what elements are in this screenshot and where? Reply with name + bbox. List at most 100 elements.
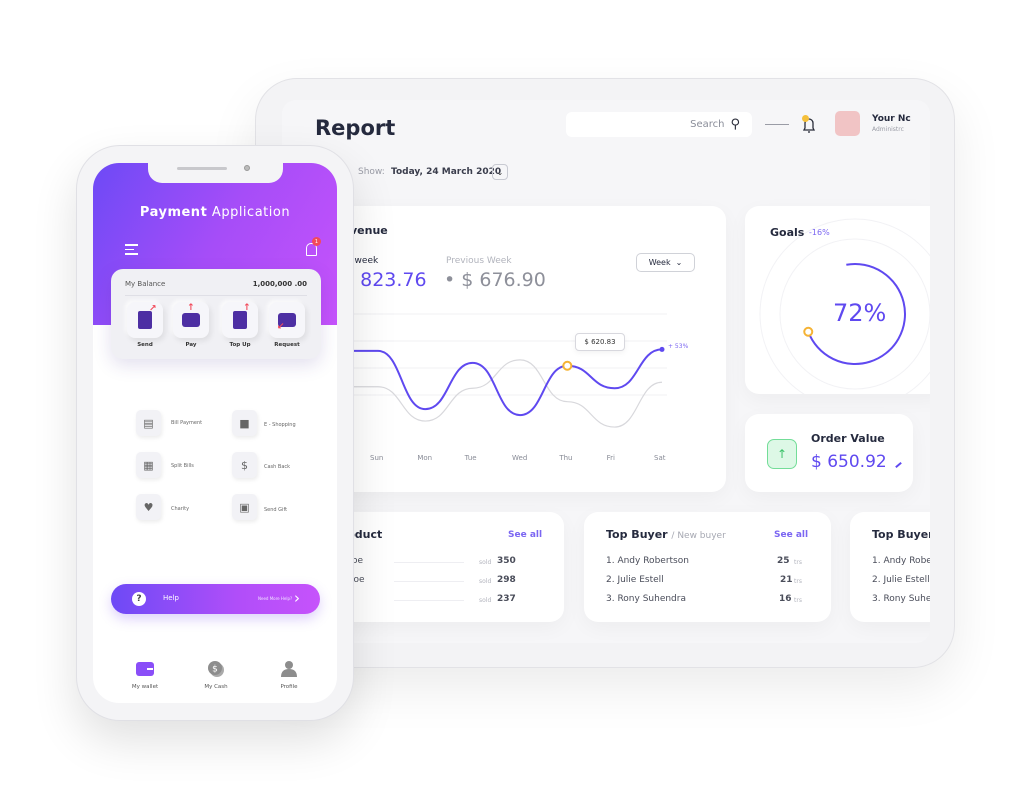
search-input[interactable]: Search ⚲ xyxy=(566,112,752,137)
search-placeholder: Search xyxy=(690,119,725,130)
shopping-bag-icon: ■ xyxy=(239,416,250,430)
sold-count: 350 xyxy=(497,556,516,566)
menu-icon[interactable] xyxy=(125,244,138,255)
question-icon: ? xyxy=(132,592,146,606)
chevron-right-icon: › xyxy=(294,589,300,607)
showcase-stage: Report Search ⚲ Your Nc Administrc Show:… xyxy=(0,0,1024,797)
x-tick-label: Wed xyxy=(512,454,528,462)
send-gift-button[interactable]: ▣ xyxy=(232,494,257,520)
new-buyer-tab[interactable]: / New buyer xyxy=(671,531,725,541)
send-gift-label: Send Gift xyxy=(264,507,288,513)
period-select[interactable]: Week ⌄ xyxy=(636,253,695,272)
avatar[interactable] xyxy=(835,111,860,136)
charity-button[interactable]: ♥ xyxy=(136,494,161,520)
previous-week-label: Previous Week xyxy=(446,256,512,266)
balance-divider xyxy=(125,295,307,296)
cash-back-label: Cash Back xyxy=(264,464,291,470)
see-all-link[interactable]: See all xyxy=(774,530,808,540)
x-tick-label: Mon xyxy=(417,454,433,462)
balance-label: My Balance xyxy=(125,280,166,288)
notification-badge: 1 xyxy=(312,237,321,246)
trend-mark xyxy=(895,461,902,469)
order-value-card: ↑ Order Value $ 650.92 xyxy=(745,414,913,492)
buyer-name: 3. Rony Suhendra xyxy=(606,594,686,604)
revenue-title: venue xyxy=(350,224,388,237)
row-divider xyxy=(394,581,464,582)
sold-label: sold xyxy=(479,578,492,585)
x-tick-label: Thu xyxy=(559,454,573,462)
goals-title: Goals xyxy=(770,226,805,239)
nav-my-wallet[interactable]: My wallet xyxy=(115,661,175,690)
period-select-value: Week xyxy=(648,258,671,267)
bill-payment-button[interactable]: ▤ xyxy=(136,410,161,436)
top-up-icon xyxy=(233,311,247,329)
buyer-count: 21 xyxy=(780,575,793,585)
order-value-amount: $ 650.92 xyxy=(811,452,887,472)
search-icon[interactable]: ⚲ xyxy=(730,117,740,132)
revenue-line-chart xyxy=(341,313,667,428)
gift-icon: ▣ xyxy=(239,500,250,514)
revenue-card: venue s week $ 823.76 Previous Week • $ … xyxy=(322,206,726,492)
dashboard-screen: Report Search ⚲ Your Nc Administrc Show:… xyxy=(282,100,930,643)
wallet-icon xyxy=(136,662,154,676)
phone-speaker xyxy=(177,167,227,170)
heart-icon: ♥ xyxy=(143,500,154,514)
sold-label: sold xyxy=(479,597,492,604)
pay-label: Pay xyxy=(185,342,197,348)
buyer-name: 2. Julie Estell xyxy=(606,575,664,585)
top-buyer-title: Top Buyer / New buyer xyxy=(606,528,726,541)
e-shopping-button[interactable]: ■ xyxy=(232,410,257,436)
x-tick-label: Sat xyxy=(654,454,666,462)
unit-label: trs xyxy=(794,559,802,566)
goals-delta: -16% xyxy=(809,228,830,237)
receipt-icon: ▤ xyxy=(143,416,154,430)
buyer-name: 1. Andy Robertson xyxy=(606,556,689,566)
e-shopping-label: E - Shopping xyxy=(264,422,296,428)
buyer-name: 2. Julie Estell xyxy=(872,575,930,585)
arrow-icon: ↗ xyxy=(149,304,157,314)
series-line-this-week xyxy=(342,348,663,417)
nav-profile[interactable]: Profile xyxy=(259,661,319,690)
top-up-button[interactable]: ↑ xyxy=(222,302,258,338)
charity-label: Charity xyxy=(171,506,190,512)
split-bills-button[interactable]: ▦ xyxy=(136,452,161,478)
user-name: Your Nc xyxy=(872,114,911,124)
cash-back-button[interactable]: $ xyxy=(232,452,257,478)
nav-label: My Cash xyxy=(204,684,228,690)
send-label: Send xyxy=(137,342,153,348)
bill-payment-label: Bill Payment xyxy=(171,420,203,426)
date-dropdown-button[interactable]: ⌄ xyxy=(492,164,508,180)
top-product-card: p Product See all ack Shoe sold 350 hite… xyxy=(322,512,564,622)
top-buyer-card: Top Buyer / New buyer See all 1. Andy Ro… xyxy=(584,512,831,622)
nav-my-cash[interactable]: $ My Cash xyxy=(186,661,246,690)
top-buyer-heading: Top Buyer xyxy=(606,528,668,541)
pay-button[interactable]: ↑ xyxy=(173,302,209,338)
x-tick-label: Fri xyxy=(606,454,615,462)
top-up-label: Top Up xyxy=(229,342,251,348)
buyer-count: 25 xyxy=(777,556,790,566)
phone-notch xyxy=(148,163,283,183)
send-button[interactable]: ↗ xyxy=(127,302,163,338)
help-button[interactable]: ? Help Need More Help? › xyxy=(111,584,320,614)
buyer-count: 16 xyxy=(779,594,792,604)
app-title: Payment Application xyxy=(93,205,337,220)
row-divider xyxy=(394,600,464,601)
sold-count: 237 xyxy=(497,594,516,604)
see-all-link[interactable]: See all xyxy=(508,530,542,540)
request-button[interactable]: ↙ xyxy=(269,302,305,338)
x-tick-label: Tue xyxy=(464,454,477,462)
row-divider xyxy=(394,562,464,563)
user-role: Administrc xyxy=(872,126,904,133)
payment-app-screen: Payment Application 1 My Balance 1,000,0… xyxy=(93,163,337,703)
order-value-title: Order Value xyxy=(811,432,885,445)
app-title-bold: Payment xyxy=(139,205,208,220)
unit-label: trs xyxy=(794,597,802,604)
highlight-point[interactable] xyxy=(562,360,573,371)
goals-value: 72% xyxy=(833,299,887,327)
cash-coin-icon: $ xyxy=(208,661,224,677)
svg-text:$: $ xyxy=(212,665,218,675)
change-label: + 53% xyxy=(668,343,689,350)
show-label: Show: xyxy=(358,167,385,177)
top-buyer-title: Top Buyer xyxy=(872,528,930,541)
unit-label: trs xyxy=(794,578,802,585)
